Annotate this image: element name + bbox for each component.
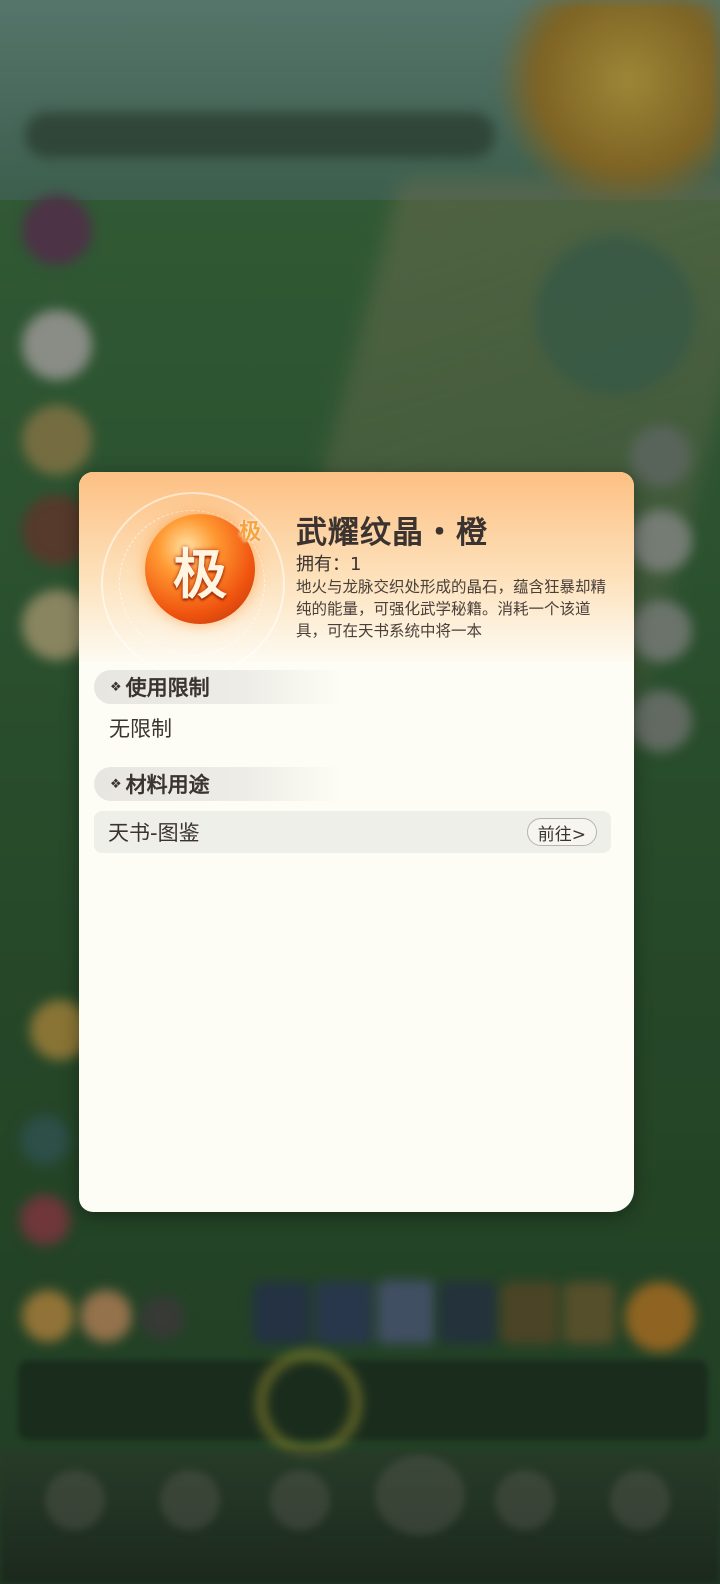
grade-badge: 极 [239,520,262,545]
section-marker-icon: ❖ [110,679,122,695]
own-count: 1 [350,554,362,575]
restriction-value: 无限制 [109,717,172,741]
section-marker-icon: ❖ [110,776,122,792]
usage-row-label: 天书-图鉴 [108,821,200,845]
own-label: 拥有： [296,554,350,575]
restriction-section-header: ❖ 使用限制 [94,670,344,704]
item-description: 地火与龙脉交织处形成的晶石，蕴含狂暴却精纯的能量，可强化武学秘籍。消耗一个该道具… [296,578,607,640]
usage-section-header: ❖ 材料用途 [94,767,344,801]
item-detail-dialog: 极 极 武耀纹晶・橙 拥有：1 地火与龙脉交织处形成的晶石，蕴含狂暴却精纯的能量… [79,472,634,1212]
own-count-row: 拥有：1 [296,550,361,576]
restriction-title: 使用限制 [125,676,210,700]
usage-row: 天书-图鉴 前往> [94,811,611,853]
goto-button[interactable]: 前往> [526,818,597,846]
dialog-header: 极 极 武耀纹晶・橙 拥有：1 地火与龙脉交织处形成的晶石，蕴含狂暴却精纯的能量… [79,472,634,676]
item-grade-char: 极 [173,541,227,606]
usage-title: 材料用途 [125,773,210,797]
item-name: 武耀纹晶・橙 [296,515,488,551]
